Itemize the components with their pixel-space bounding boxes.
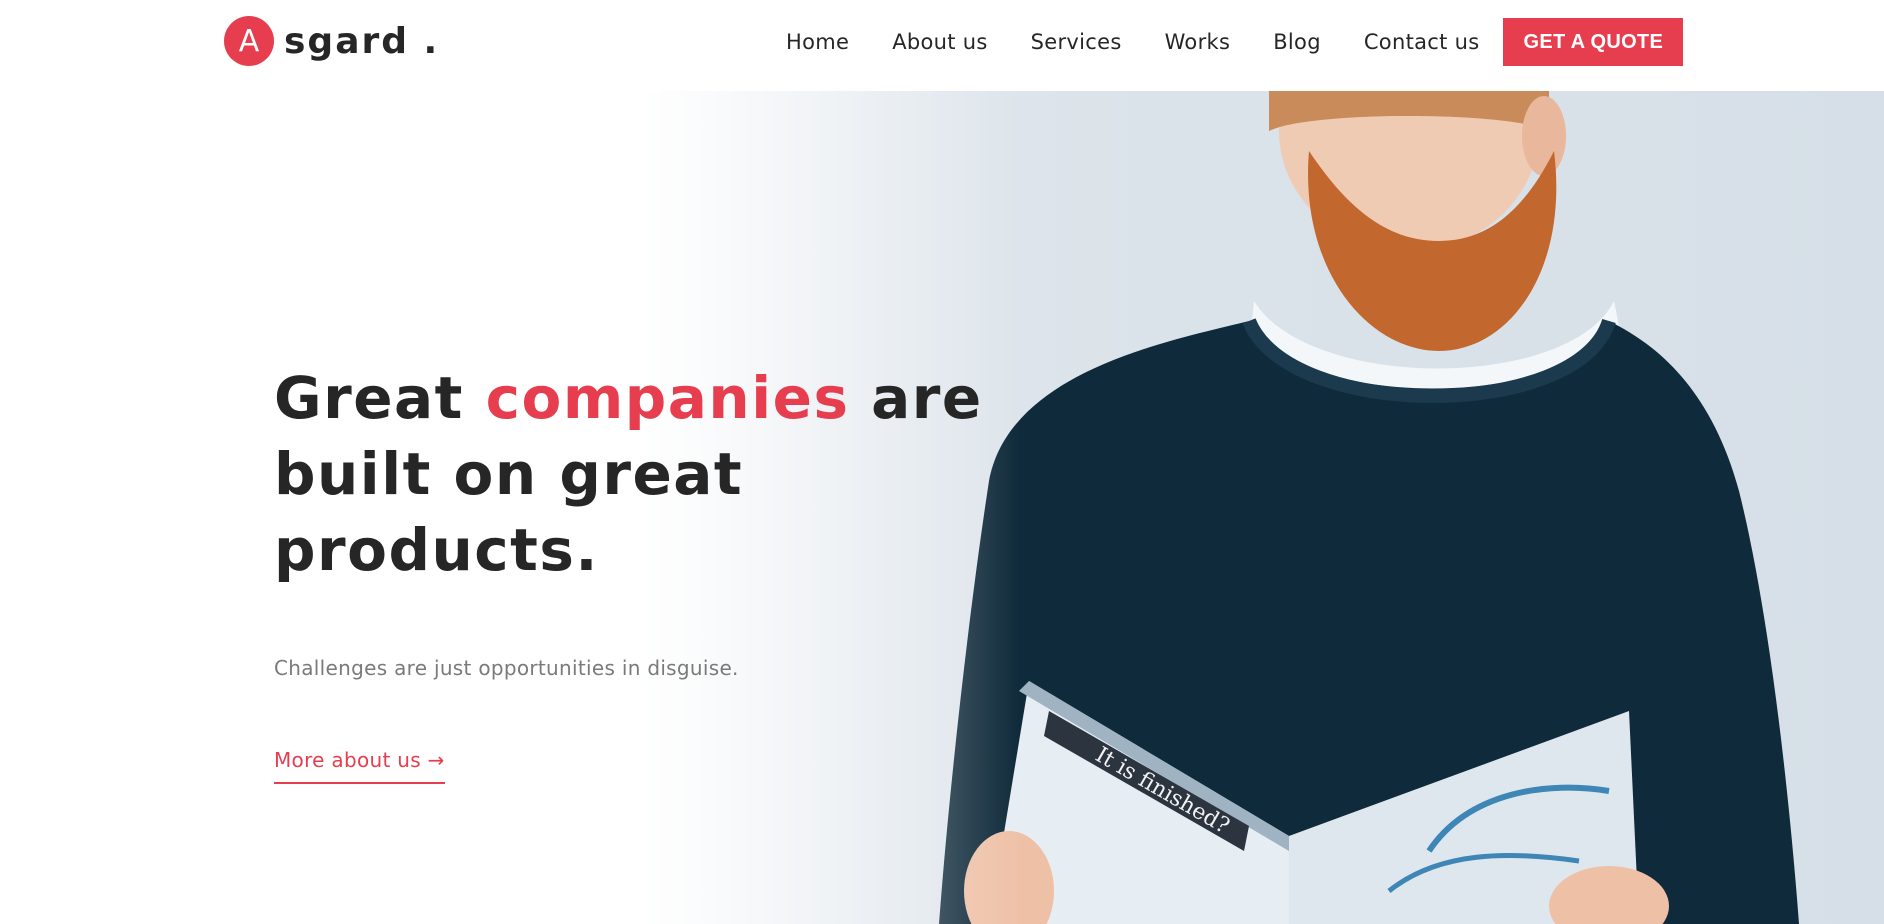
logo[interactable]: A sgard . [224, 15, 439, 67]
more-about-us-link[interactable]: More about us → [274, 748, 445, 784]
site-header: A sgard . Home About us Services Works B… [0, 0, 1884, 91]
nav-services[interactable]: Services [1031, 30, 1122, 54]
logo-mark: A [224, 16, 274, 66]
nav-works[interactable]: Works [1165, 30, 1231, 54]
headline-part: Great [274, 364, 486, 432]
nav-contact-us[interactable]: Contact us [1364, 30, 1480, 54]
nav-home[interactable]: Home [786, 30, 849, 54]
logo-text: sgard . [284, 20, 440, 62]
hero-subtitle: Challenges are just opportunities in dis… [274, 656, 739, 680]
hero-headline: Great companies are built on great produ… [274, 360, 994, 588]
get-a-quote-button[interactable]: GET A QUOTE [1503, 18, 1684, 66]
hero-section: Great companies are built on great produ… [274, 360, 994, 588]
main-nav: Home About us Services Works Blog Contac… [786, 18, 1684, 66]
nav-about-us[interactable]: About us [892, 30, 987, 54]
headline-accent: companies [485, 364, 850, 432]
nav-blog[interactable]: Blog [1273, 30, 1321, 54]
